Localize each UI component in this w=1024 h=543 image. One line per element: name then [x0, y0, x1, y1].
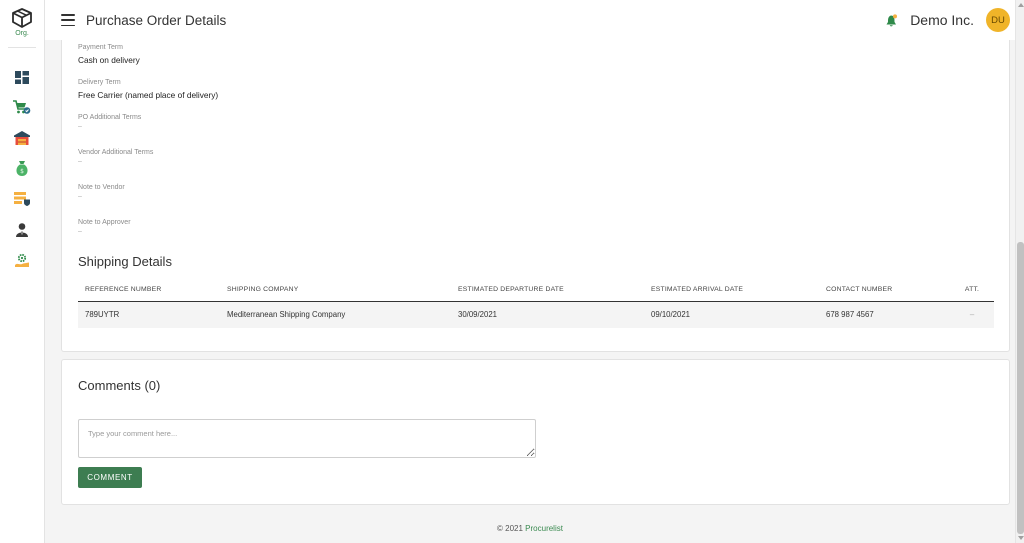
comment-button[interactable]: COMMENT [78, 467, 142, 488]
cart-icon [13, 100, 31, 115]
table-row: 789UYTR Mediterranean Shipping Company 3… [78, 301, 994, 328]
box-icon [12, 8, 32, 28]
column-header: ATT. [950, 279, 994, 302]
org-switcher[interactable]: Org. [11, 8, 33, 37]
term-label: Payment Term [78, 44, 123, 51]
bell-icon [886, 13, 898, 26]
column-header: SHIPPING COMPANY [220, 279, 451, 302]
scroll-up-arrow-icon[interactable] [1017, 3, 1024, 7]
user-avatar[interactable]: DU [986, 8, 1010, 32]
shipping-details-title: Shipping Details [78, 254, 172, 269]
term-label: PO Additional Terms [78, 114, 142, 121]
term-value: – [78, 193, 82, 200]
delivery-term: Delivery Term Free Carrier (named place … [78, 79, 218, 100]
table-header-row: REFERENCE NUMBER SHIPPING COMPANY ESTIMA… [78, 279, 994, 302]
table-cell: – [950, 301, 994, 328]
topbar: Purchase Order Details Demo Inc. DU [45, 0, 1015, 40]
org-label: Org. [15, 30, 29, 37]
column-header: REFERENCE NUMBER [78, 279, 220, 302]
sidebar-item-users[interactable] [0, 215, 45, 246]
sidebar-item-invoices[interactable] [0, 184, 45, 215]
dashboard-icon [15, 70, 29, 84]
term-value: – [78, 123, 82, 130]
table-cell: 678 987 4567 [819, 301, 950, 328]
settings-icon [15, 254, 29, 268]
table-cell: 789UYTR [78, 301, 220, 328]
invoice-icon [14, 192, 30, 207]
payment-term: Payment Term Cash on delivery [78, 44, 140, 65]
notifications-button[interactable] [886, 13, 898, 27]
table-cell: 09/10/2021 [644, 301, 819, 328]
po-additional-terms: PO Additional Terms – [78, 114, 141, 130]
table-cell: 30/09/2021 [451, 301, 644, 328]
term-value: – [78, 228, 82, 235]
column-header: ESTIMATED DEPARTURE DATE [451, 279, 644, 302]
note-to-vendor: Note to Vendor – [78, 184, 125, 200]
term-label: Vendor Additional Terms [78, 149, 154, 156]
page-title: Purchase Order Details [86, 12, 227, 28]
po-details-card: Payment Term Cash on delivery Delivery T… [61, 30, 1010, 352]
svg-text:$: $ [20, 168, 24, 175]
sidebar-divider [8, 47, 36, 48]
shipping-table: REFERENCE NUMBER SHIPPING COMPANY ESTIMA… [78, 279, 994, 328]
user-icon [16, 222, 28, 237]
company-name[interactable]: Demo Inc. [910, 12, 974, 28]
term-value: Cash on delivery [78, 55, 140, 65]
warehouse-icon [14, 131, 30, 146]
column-header: ESTIMATED ARRIVAL DATE [644, 279, 819, 302]
menu-line-icon [61, 14, 75, 16]
comment-input[interactable] [78, 419, 536, 458]
sidebar-item-settings[interactable] [0, 245, 45, 276]
comments-card: Comments (0) COMMENT [61, 359, 1010, 505]
sidebar-item-finance[interactable]: $ [0, 154, 45, 185]
scroll-down-arrow-icon[interactable] [1017, 536, 1024, 540]
page-scrollbar[interactable] [1015, 0, 1024, 543]
brand-link[interactable]: Procurelist [525, 524, 563, 533]
sidebar-item-warehouse[interactable] [0, 123, 45, 154]
term-label: Delivery Term [78, 79, 121, 86]
sidebar-item-dashboard[interactable] [0, 62, 45, 93]
sidebar-item-purchases[interactable] [0, 93, 45, 124]
footer: © 2021 Procurelist [45, 524, 1015, 533]
copyright-text: © 2021 [497, 524, 523, 533]
topbar-right: Demo Inc. DU [886, 8, 1010, 32]
scrollbar-thumb[interactable] [1017, 242, 1024, 534]
money-bag-icon: $ [16, 161, 28, 177]
table-cell: Mediterranean Shipping Company [220, 301, 451, 328]
sidebar: Org. $ [0, 0, 45, 543]
comments-title: Comments (0) [78, 378, 161, 393]
hamburger-menu-button[interactable] [61, 14, 75, 26]
note-to-approver: Note to Approver – [78, 219, 131, 235]
vendor-additional-terms: Vendor Additional Terms – [78, 149, 153, 165]
term-label: Note to Vendor [78, 184, 125, 191]
menu-line-icon [61, 24, 75, 26]
menu-line-icon [61, 19, 75, 21]
term-value: – [78, 158, 82, 165]
term-value: Free Carrier (named place of delivery) [78, 90, 219, 100]
column-header: CONTACT NUMBER [819, 279, 950, 302]
term-label: Note to Approver [78, 219, 131, 226]
